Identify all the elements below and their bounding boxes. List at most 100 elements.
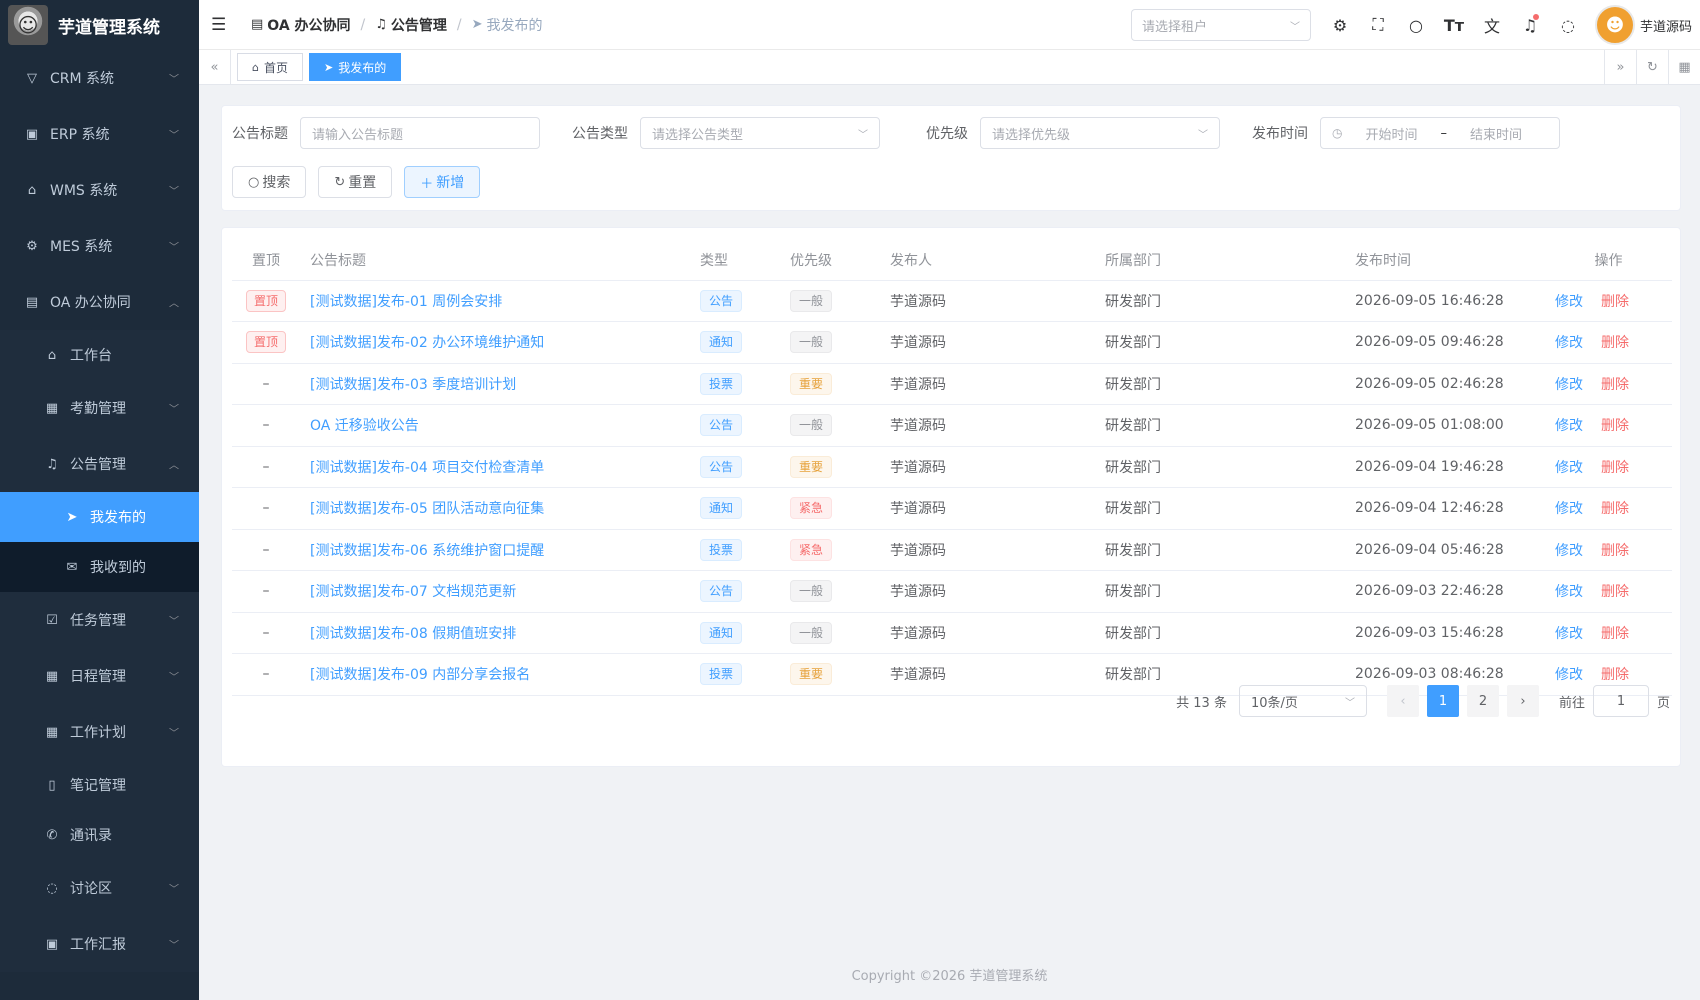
page-button-2[interactable]: 2 (1466, 685, 1499, 717)
edit-button[interactable]: 修改 (1555, 626, 1583, 642)
sidebar: ☺ 芋道管理系统 ▽ CRM 系统 ﹀ ▣ ERP 系统 ﹀ ⌂ WMS 系统 … (0, 0, 199, 1000)
edit-button[interactable]: 修改 (1555, 501, 1583, 517)
priority-tag: 重要 (790, 372, 833, 395)
notice-title-link[interactable]: [测试数据]发布-03 季度培训计划 (310, 377, 516, 393)
search-icon[interactable]: ○ (1397, 16, 1435, 35)
scroll-left-icon[interactable]: « (199, 49, 231, 85)
sidebar-item-mes[interactable]: ⚙ MES 系统 ﹀ (0, 218, 199, 274)
notification-bell-icon[interactable]: ♫ (1511, 13, 1549, 35)
menu-toggle-icon[interactable]: ☰ (211, 15, 231, 35)
edit-button[interactable]: 修改 (1555, 667, 1583, 683)
delete-button[interactable]: 删除 (1601, 626, 1629, 642)
sidebar-item-label: 我发布的 (90, 510, 146, 526)
sidebar-item-work-plan[interactable]: ▦ 工作计划 ﹀ (0, 704, 199, 760)
notice-title-link[interactable]: [测试数据]发布-07 文档规范更新 (310, 584, 516, 600)
sidebar-item-my-received[interactable]: ✉ 我收到的 (0, 542, 199, 592)
type-select[interactable]: 请选择公告类型 ﹀ (640, 117, 880, 149)
notice-title-link[interactable]: [测试数据]发布-08 假期值班安排 (310, 626, 516, 642)
notice-title-link[interactable]: [测试数据]发布-05 团队活动意向征集 (310, 501, 544, 517)
delete-button[interactable]: 删除 (1601, 377, 1629, 393)
page-size-select[interactable]: 10条/页 ﹀ (1238, 685, 1367, 717)
chevron-down-icon: ﹀ (1344, 697, 1355, 709)
add-button[interactable]: ＋新增 (404, 166, 481, 198)
report-icon: ▣ (45, 936, 59, 952)
notice-title-link[interactable]: [测试数据]发布-06 系统维护窗口提醒 (310, 543, 544, 559)
sidebar-item-label: 笔记管理 (70, 778, 126, 794)
type-tag: 通知 (700, 497, 743, 520)
edit-button[interactable]: 修改 (1555, 460, 1583, 476)
edit-button[interactable]: 修改 (1555, 543, 1583, 559)
notice-title-link[interactable]: [测试数据]发布-09 内部分享会报名 (310, 667, 530, 683)
scroll-right-icon[interactable]: » (1604, 50, 1636, 85)
grid-menu-icon[interactable]: ▦ (1668, 50, 1700, 85)
tenant-select[interactable]: 请选择租户 ﹀ (1130, 9, 1311, 41)
sidebar-item-tasks[interactable]: ☑ 任务管理 ﹀ (0, 592, 199, 648)
tag-my-published[interactable]: ➤ 我发布的 (309, 53, 402, 81)
tag-home[interactable]: ⌂ 首页 (237, 53, 303, 81)
delete-button[interactable]: 删除 (1601, 543, 1629, 559)
sidebar-item-wms[interactable]: ⌂ WMS 系统 ﹀ (0, 162, 199, 218)
edit-button[interactable]: 修改 (1555, 584, 1583, 600)
chevron-down-icon: ﹀ (169, 940, 179, 952)
reset-button[interactable]: ↻ 重置 (318, 166, 393, 198)
priority-select[interactable]: 请选择优先级 ﹀ (980, 117, 1220, 149)
sidebar-item-workbench[interactable]: ⌂ 工作台 (0, 330, 199, 380)
sidebar-item-crm[interactable]: ▽ CRM 系统 ﹀ (0, 50, 199, 106)
cell-type: 公告 (690, 570, 780, 613)
cell-pin: – (232, 529, 300, 571)
message-icon[interactable]: ◌ (1549, 16, 1587, 35)
settings-icon[interactable]: ⚙ (1321, 16, 1359, 35)
edit-button[interactable]: 修改 (1555, 294, 1583, 310)
edit-button[interactable]: 修改 (1555, 418, 1583, 434)
delete-button[interactable]: 删除 (1601, 667, 1629, 683)
sidebar-item-report[interactable]: ▣ 工作汇报 ﹀ (0, 916, 199, 972)
delete-button[interactable]: 删除 (1601, 335, 1629, 351)
type-tag: 公告 (700, 580, 743, 603)
notice-title-link[interactable]: [测试数据]发布-02 办公环境维护通知 (310, 335, 544, 351)
refresh-icon[interactable]: ↻ (1636, 50, 1668, 85)
cell-time: 2026-09-03 15:46:28 (1345, 612, 1545, 654)
edit-button[interactable]: 修改 (1555, 377, 1583, 393)
delete-button[interactable]: 删除 (1601, 294, 1629, 310)
cell-dept: 研发部门 (1095, 404, 1345, 447)
next-page-button[interactable]: › (1506, 685, 1539, 717)
sidebar-item-attendance[interactable]: ▦ 考勤管理 ﹀ (0, 380, 199, 436)
font-size-icon[interactable]: Tт (1435, 16, 1473, 35)
sidebar-item-discussion[interactable]: ◌ 讨论区 ﹀ (0, 860, 199, 916)
logo[interactable]: ☺ 芋道管理系统 (0, 0, 199, 50)
search-button[interactable]: ○ 搜索 (232, 166, 307, 198)
delete-button[interactable]: 删除 (1601, 418, 1629, 434)
notice-title-link[interactable]: [测试数据]发布-04 项目交付检查清单 (310, 460, 544, 476)
breadcrumb-item[interactable]: ♫ 公告管理 (375, 15, 447, 35)
page-button-1[interactable]: 1 (1426, 685, 1459, 717)
notification-dot (1532, 13, 1539, 20)
sidebar-item-my-published[interactable]: ➤ 我发布的 (0, 492, 199, 542)
delete-button[interactable]: 删除 (1601, 460, 1629, 476)
delete-button[interactable]: 删除 (1601, 584, 1629, 600)
sidebar-item-erp[interactable]: ▣ ERP 系统 ﹀ (0, 106, 199, 162)
tags-actions: » ↻ ▦ (1604, 50, 1700, 85)
reset-button-label: 重置 (348, 175, 377, 191)
translate-icon[interactable]: 文 (1473, 13, 1511, 37)
fullscreen-icon[interactable]: ⛶ (1359, 15, 1397, 35)
time-range-picker[interactable]: ◷ 开始时间 – 结束时间 (1320, 117, 1560, 149)
notice-title-link[interactable]: [测试数据]发布-01 周例会安排 (310, 294, 502, 310)
sidebar-item-schedule[interactable]: ▦ 日程管理 ﹀ (0, 648, 199, 704)
sidebar-item-contacts[interactable]: ✆ 通讯录 (0, 810, 199, 860)
sidebar-item-label: 通讯录 (70, 828, 112, 844)
edit-button[interactable]: 修改 (1555, 335, 1583, 351)
goto-suffix: 页 (1656, 695, 1670, 711)
prev-page-button[interactable]: ‹ (1386, 685, 1419, 717)
breadcrumb-item[interactable]: ▤ OA 办公协同 (251, 15, 351, 35)
username[interactable]: 芋道源码 (1640, 16, 1692, 35)
goto-page-input[interactable]: 1 (1592, 685, 1649, 717)
sidebar-item-notice[interactable]: ♫ 公告管理 ︿ (0, 436, 199, 492)
delete-button[interactable]: 删除 (1601, 501, 1629, 517)
title-placeholder: 请输入公告标题 (312, 127, 404, 143)
sidebar-item-oa[interactable]: ▤ OA 办公协同 ︿ (0, 274, 199, 330)
avatar[interactable]: ☻ (1594, 5, 1635, 45)
sidebar-item-notes[interactable]: ▯ 笔记管理 (0, 760, 199, 810)
cell-time: 2026-09-05 02:46:28 (1345, 363, 1545, 405)
notice-title-link[interactable]: OA 迁移验收公告 (310, 418, 419, 434)
title-input[interactable]: 请输入公告标题 (300, 117, 540, 149)
